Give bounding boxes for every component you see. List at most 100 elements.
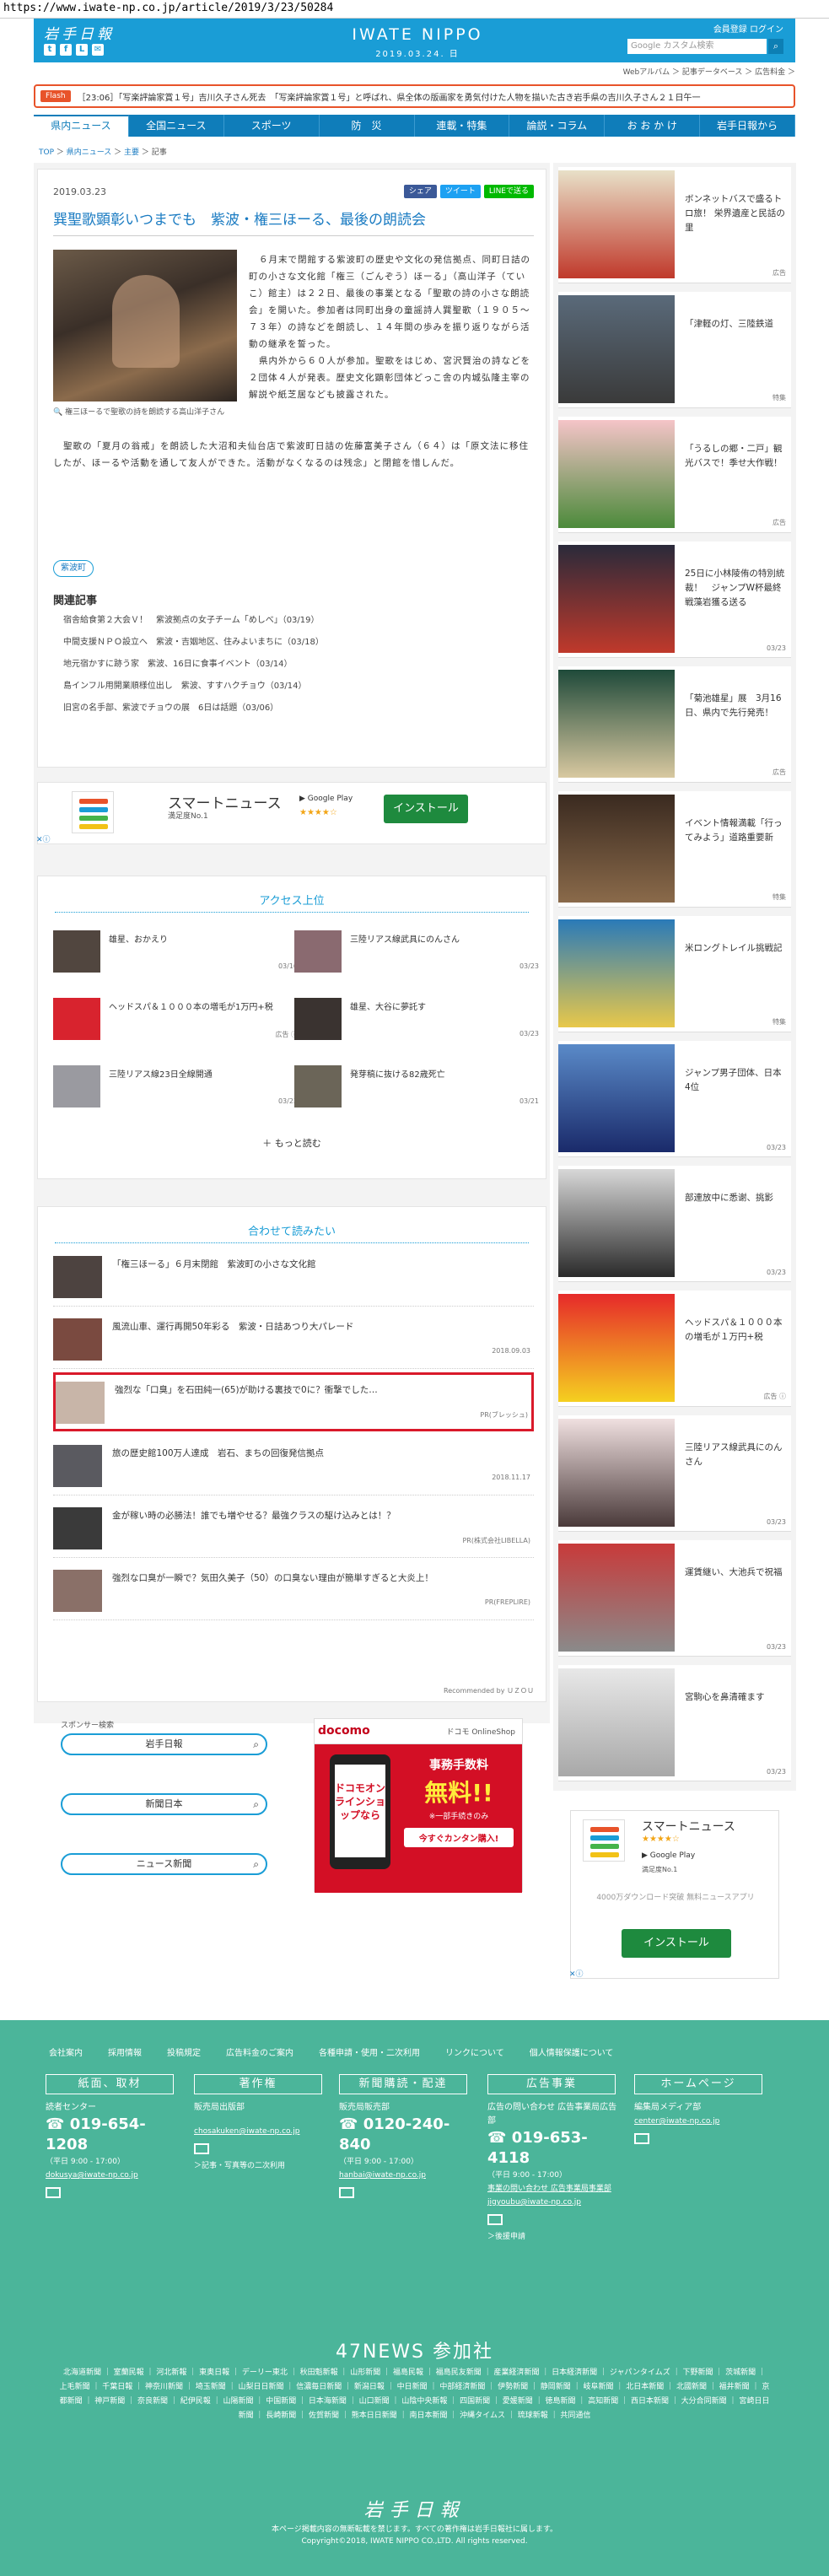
recommend-item[interactable]: 「権三ほーる」６月末閉館 紫波町の小さな文化館: [53, 1248, 534, 1307]
smartnews-sidebar-ad[interactable]: スマートニュース ★★★★☆ ▶ Google Play 満足度No.1 400…: [569, 1810, 779, 1979]
support-request-link[interactable]: ＞後援申請: [487, 2230, 622, 2244]
facebook-share-button[interactable]: シェア: [403, 185, 437, 198]
breadcrumb-top[interactable]: TOP: [39, 148, 54, 157]
sidebar-item[interactable]: 25日に小林陵侑の特別統裁！ ジャンプW杯最終戦藻岩獲る送る 03/23: [558, 542, 791, 658]
footer-link[interactable]: 個人情報保護について: [530, 2045, 614, 2058]
footer-category[interactable]: ホームページ: [634, 2074, 762, 2094]
sidebar-item[interactable]: ヘッドスパ＆１０００本の増毛が１万円+税 広告 ⓘ: [558, 1291, 791, 1407]
member-links[interactable]: 会員登録 ログイン: [713, 22, 783, 35]
smartnews-ad[interactable]: スマートニュース 満足度No.1 ▶ Google Play ★★★★☆ インス…: [36, 782, 546, 844]
footer-link[interactable]: 投稿規定: [167, 2045, 201, 2058]
line-icon[interactable]: L: [76, 44, 88, 56]
recommend-item[interactable]: 旅の歴史館100万人達成 岩石、まちの回復発信拠点 2018.11.17: [53, 1436, 534, 1495]
related-link[interactable]: 旧宮の名手部、紫波でチョウの展 6日は話題（03/06）: [63, 698, 519, 719]
sidebar-item[interactable]: 三陸リアス線武具にのんさん 03/23: [558, 1415, 791, 1532]
related-link[interactable]: 島インフル用開業順様位出し 紫波、すすハクチョウ（03/14）: [63, 676, 519, 698]
email-link[interactable]: center@iwate-np.co.jp: [634, 2115, 769, 2128]
ranking-item[interactable]: 雄星、おかえり 03/16: [53, 925, 298, 978]
phone-number[interactable]: ☎ 0120-240-840: [339, 2115, 474, 2155]
docomo-ad[interactable]: docomo ドコモ OnlineShop ドコモオンラインショップなら 事務手…: [314, 1718, 523, 1893]
nav-item[interactable]: 全国ニュース: [129, 115, 224, 137]
tweet-button[interactable]: ツイート: [439, 185, 481, 198]
sidebar-item[interactable]: 運賃継い、大池兵で祝福 03/23: [558, 1540, 791, 1657]
article-tag[interactable]: 紫波町: [53, 560, 94, 577]
site-logo[interactable]: 岩手日報: [44, 22, 115, 43]
mail-icon[interactable]: [634, 2133, 649, 2144]
sidebar-item[interactable]: 部連放中に悉谢、挑影 03/23: [558, 1166, 791, 1282]
footer-link[interactable]: 採用情報: [108, 2045, 142, 2058]
related-link[interactable]: 中間支援ＮＰＯ設立へ 紫波・吉姻地区、住みよいまちに（03/18）: [63, 632, 519, 654]
ranking-item[interactable]: 雄星、大谷に夢託す 03/23: [294, 993, 539, 1045]
email-link[interactable]: 事業の問い合わせ 広告事業局事業部 jigyoubu@iwate-np.co.j…: [487, 2182, 622, 2209]
mail-icon[interactable]: [339, 2187, 354, 2198]
sponsor-search-link[interactable]: 新聞日本 ⌕: [61, 1793, 267, 1815]
sidebar-item[interactable]: 「菊池雄星」展 3月16日、県内で先行発売！ 広告: [558, 666, 791, 783]
phone-number[interactable]: ☎ 019-653-4118: [487, 2128, 622, 2169]
mail-icon[interactable]: [487, 2214, 503, 2225]
footer-link[interactable]: リンクについて: [445, 2045, 504, 2058]
footer-category[interactable]: 著作権: [194, 2074, 322, 2094]
footer-link[interactable]: 各種申請・使用・二次利用: [319, 2045, 420, 2058]
breadcrumb-main[interactable]: 主要: [124, 148, 139, 157]
member-papers[interactable]: 北海道新聞 ｜ 室蘭民報 ｜ 河北新報 ｜ 東奥日報 ｜ デーリー東北 ｜ 秋田…: [59, 2366, 770, 2423]
sponsor-search-link[interactable]: ニュース新聞 ⌕: [61, 1853, 267, 1875]
nav-item[interactable]: 防 災: [320, 115, 415, 137]
nav-item[interactable]: 連載・特集: [415, 115, 510, 137]
email-link[interactable]: dokusya@iwate-np.co.jp: [46, 2169, 180, 2182]
sidebar-item[interactable]: 米ロングトレイル挑戦記 特集: [558, 916, 791, 1032]
recommend-item-pr[interactable]: 強烈な「口臭」を石田純一(65)が助ける裏技で0に？衝撃でした… PR(ブレッシュ…: [53, 1372, 534, 1431]
mail-icon[interactable]: [46, 2187, 61, 2198]
search-icon[interactable]: ⌕: [768, 39, 783, 54]
recommend-item[interactable]: 風流山車、運行再開50年彩る 紫波・日詰あつり大パレード 2018.09.03: [53, 1310, 534, 1369]
sidebar-item[interactable]: イベント情報満載「行ってみよう」道路重要新 特集: [558, 791, 791, 908]
related-link[interactable]: 宿舎給食第２大会Ｖ！ 紫波拠点の女子チーム「めしべ」（03/19）: [63, 610, 519, 632]
secondary-use-link[interactable]: ＞記事・写真等の二次利用: [194, 2159, 329, 2173]
docomo-buy-button[interactable]: 今すぐカンタン購入!: [404, 1828, 514, 1847]
footer-category[interactable]: 紙面、取材: [46, 2074, 174, 2094]
ad-choices-icon[interactable]: ✕ⓘ: [569, 1968, 584, 1979]
nav-item[interactable]: お お か け: [605, 115, 701, 137]
nav-item[interactable]: スポーツ: [224, 115, 320, 137]
line-share-button[interactable]: LINEで送る: [483, 185, 534, 198]
email-link[interactable]: hanbai@iwate-np.co.jp: [339, 2169, 474, 2182]
facebook-icon[interactable]: f: [60, 44, 72, 56]
more-link[interactable]: ＋ もっと読む: [38, 1136, 546, 1150]
mail-icon[interactable]: ✉: [92, 44, 104, 56]
footer-link[interactable]: 会社案内: [49, 2045, 83, 2058]
sidebar-item[interactable]: ボンネットバスで盛るトロ旅！ 栄界遺産と民話の里 広告: [558, 167, 791, 283]
phone-number[interactable]: ☎ 019-654-1208: [46, 2115, 180, 2155]
email-link[interactable]: chosakuken@iwate-np.co.jp: [194, 2125, 329, 2138]
nav-item[interactable]: 岩手日報から: [700, 115, 795, 137]
flash-ticker[interactable]: Flash ［23:06］「写楽評論家賞１号」吉川久子さん死去 「写楽評論家賞１…: [34, 84, 795, 108]
breadcrumb-news[interactable]: 県内ニュース: [67, 148, 112, 157]
recommended-by[interactable]: Recommended by ＵＺＯＵ: [444, 1686, 534, 1695]
install-button[interactable]: インストール: [384, 795, 468, 823]
header-sublinks[interactable]: Webアルバム ＞ 記事データベース ＞ 広告料金 ＞: [34, 66, 795, 77]
flash-text[interactable]: ［23:06］「写楽評論家賞１号」吉川久子さん死去 「写楽評論家賞１号」と呼ばれ…: [78, 90, 701, 103]
footer-category[interactable]: 広告事業: [487, 2074, 616, 2094]
ad-choices-icon[interactable]: ✕ⓘ: [36, 833, 51, 844]
twitter-icon[interactable]: t: [44, 44, 56, 56]
footer-category[interactable]: 新聞購読・配達: [339, 2074, 467, 2094]
nav-item[interactable]: 県内ニュース: [34, 115, 129, 137]
footer-link[interactable]: 広告料金のご案内: [226, 2045, 293, 2058]
sponsor-search-link[interactable]: 岩手日報 ⌕: [61, 1733, 267, 1755]
ranking-item[interactable]: 三陸リアス線23日全線開通 03/23: [53, 1060, 298, 1113]
search-input[interactable]: Google カスタム検索: [627, 39, 767, 54]
sidebar-item[interactable]: 「うるしの郷・二戸」観光バスで！季せ大作戦！ 広告: [558, 417, 791, 533]
site-logo-center[interactable]: IWATE NIPPO: [333, 25, 502, 44]
ranking-item[interactable]: 発芽稿に抜ける82歳死亡 03/21: [294, 1060, 539, 1113]
recommend-item[interactable]: 金が稼い時の必勝法！誰でも増やせる？最強クラスの駆け込みとは！？ PR(株式会社L…: [53, 1499, 534, 1558]
sidebar-item[interactable]: 「津軽の灯、三陸鉄道 特集: [558, 292, 791, 408]
recommend-item[interactable]: 強烈な口臭が一瞬で？気田久美子（50）の口臭ない理由が簡単すぎると大炎上！ PR(…: [53, 1561, 534, 1620]
ranking-item[interactable]: 三陸リアス線武具にのんさん 03/23: [294, 925, 539, 978]
url-bar[interactable]: https://www.iwate-np.co.jp/article/2019/…: [0, 0, 829, 19]
mail-icon[interactable]: [194, 2143, 209, 2154]
nav-item[interactable]: 論説・コラム: [509, 115, 606, 137]
ranking-item[interactable]: ヘッドスパ＆１０００本の増毛が1万円+税 広告 ⓘ: [53, 993, 298, 1045]
sidebar-item[interactable]: ジャンプ男子団体、日本4位 03/23: [558, 1041, 791, 1157]
related-link[interactable]: 地元宿かすに跡う家 紫波、16日に食事イベント（03/14）: [63, 654, 519, 676]
article-photo[interactable]: [53, 250, 237, 401]
sidebar-item[interactable]: 宮駒心を鼻清確ます 03/23: [558, 1665, 791, 1781]
install-button[interactable]: インストール: [622, 1929, 731, 1958]
